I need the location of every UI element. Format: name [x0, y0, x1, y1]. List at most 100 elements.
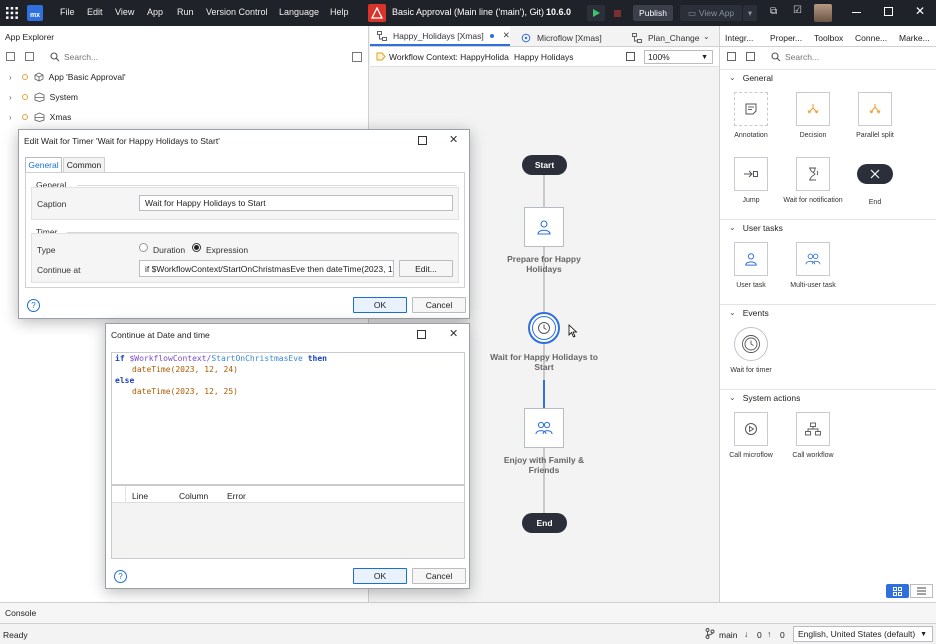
section-system-actions[interactable]: ⌄ System actions: [720, 389, 936, 405]
console-tab[interactable]: Console: [5, 608, 36, 618]
app-explorer-title: App Explorer: [5, 32, 55, 42]
stop-button[interactable]: [608, 5, 626, 21]
menu-language[interactable]: Language: [279, 7, 319, 17]
tab-marketplace[interactable]: Marke...: [899, 33, 930, 43]
section-user-tasks[interactable]: ⌄ User tasks: [720, 219, 936, 235]
tree-item-xmas[interactable]: › Xmas: [0, 107, 369, 127]
collapse-all-icon[interactable]: [6, 52, 15, 61]
grid-view-button[interactable]: [886, 584, 909, 598]
expand-arrow-icon[interactable]: ›: [9, 93, 12, 102]
menu-help[interactable]: Help: [330, 7, 349, 17]
help-icon[interactable]: ?: [114, 570, 127, 583]
tab-microflow[interactable]: Microflow [Xmas]: [515, 29, 615, 46]
workflow-tree-icon: [805, 422, 821, 436]
branch-name[interactable]: main: [719, 630, 737, 640]
expand-arrow-icon[interactable]: ›: [9, 113, 12, 122]
tree-item-system[interactable]: › System: [0, 87, 369, 107]
menu-run[interactable]: Run: [177, 7, 194, 17]
tab-properties[interactable]: Proper...: [770, 33, 802, 43]
caption-input[interactable]: Wait for Happy Holidays to Start: [139, 195, 453, 211]
ok-button[interactable]: OK: [353, 568, 407, 584]
menu-view[interactable]: View: [115, 7, 134, 17]
tab-close-icon[interactable]: ✕: [503, 30, 510, 41]
radio-expression[interactable]: [192, 243, 201, 252]
toolbox-search-input[interactable]: [785, 50, 925, 64]
tool-jump[interactable]: Jump: [721, 157, 781, 204]
close-icon[interactable]: ✕: [449, 327, 458, 340]
menu-edit[interactable]: Edit: [87, 7, 103, 17]
tool-call-microflow[interactable]: Call microflow: [721, 412, 781, 459]
tool-wait-for-notification[interactable]: Wait for notification: [783, 157, 843, 204]
edit-expression-button[interactable]: Edit...: [399, 260, 453, 277]
radio-duration[interactable]: [139, 243, 148, 252]
tab-plan-change[interactable]: Plan_Change: [628, 29, 708, 46]
tool-end[interactable]: End: [845, 157, 905, 206]
user-task-enjoy[interactable]: [524, 408, 564, 448]
sync-icon[interactable]: ⧉: [770, 6, 777, 17]
toolbox-collapse-icon[interactable]: [746, 52, 755, 61]
fit-view-icon[interactable]: [626, 52, 635, 61]
tree-item-app[interactable]: › App 'Basic Approval': [0, 67, 369, 87]
tab-general[interactable]: General: [25, 157, 62, 172]
maximize-icon[interactable]: [417, 330, 426, 339]
tab-overflow-icon[interactable]: ⌄: [703, 32, 710, 41]
app-title: Basic Approval (Main line ('main'), Git): [392, 7, 544, 17]
tab-toolbox[interactable]: Toolbox: [814, 33, 843, 43]
start-event[interactable]: Start: [522, 155, 567, 175]
maximize-icon[interactable]: [884, 7, 893, 16]
help-icon[interactable]: ?: [27, 299, 40, 312]
tool-user-task[interactable]: User task: [721, 242, 781, 289]
separator-dash: -: [535, 7, 538, 17]
chevron-down-icon: ⌄: [729, 73, 736, 82]
view-app-button[interactable]: ▭ View App: [680, 5, 742, 21]
radio-dot: [194, 245, 199, 250]
close-icon: [870, 169, 880, 179]
end-event[interactable]: End: [522, 513, 567, 533]
expand-arrow-icon[interactable]: ›: [9, 73, 12, 82]
section-title: System actions: [742, 392, 801, 403]
tool-annotation[interactable]: Annotation: [721, 92, 781, 139]
user-icon: [537, 220, 551, 235]
close-window-icon[interactable]: ✕: [915, 4, 925, 18]
cancel-button[interactable]: Cancel: [412, 297, 466, 313]
tab-integration[interactable]: Integr...: [725, 33, 753, 43]
timer-event[interactable]: [528, 312, 560, 344]
cancel-button[interactable]: Cancel: [412, 568, 466, 584]
checklist-icon[interactable]: ☑: [793, 5, 802, 16]
tab-label: Happy_Holidays [Xmas]: [393, 30, 484, 41]
tool-decision[interactable]: Decision: [783, 92, 843, 139]
user-task-prepare[interactable]: [524, 207, 564, 247]
app-explorer-search-input[interactable]: [64, 50, 334, 64]
maximize-icon[interactable]: [418, 136, 427, 145]
minimize-icon[interactable]: [852, 12, 861, 13]
section-events[interactable]: ⌄ Events: [720, 304, 936, 320]
code-line-4: dateTime(2023, 12, 25): [132, 387, 238, 396]
tab-connector[interactable]: Conne...: [855, 33, 887, 43]
clock-icon: [538, 322, 550, 334]
section-general[interactable]: ⌄ General: [720, 69, 936, 85]
list-view-button[interactable]: [910, 584, 933, 598]
errors-table-header: [112, 486, 464, 503]
sort-icon[interactable]: [25, 52, 34, 61]
view-app-dropdown[interactable]: ▾: [743, 5, 757, 21]
zoom-select[interactable]: 100% ▼: [644, 50, 713, 64]
menu-file[interactable]: File: [60, 7, 75, 17]
tool-parallel-split[interactable]: Parallel split: [845, 92, 905, 139]
menu-version-control[interactable]: Version Control: [206, 7, 268, 17]
language-select[interactable]: English, United States (default) ▼: [793, 626, 933, 642]
continue-at-input[interactable]: if $WorkflowContext/StartOnChristmasEve …: [139, 260, 394, 277]
toolbox-view-icon[interactable]: [727, 52, 736, 61]
tool-call-workflow[interactable]: Call workflow: [783, 412, 843, 459]
publish-button[interactable]: Publish: [633, 5, 673, 21]
tab-common[interactable]: Common: [63, 157, 105, 172]
new-item-icon[interactable]: [352, 52, 362, 62]
tool-wait-for-timer[interactable]: Wait for timer: [721, 327, 781, 374]
close-icon[interactable]: ✕: [449, 133, 458, 146]
menu-app[interactable]: App: [147, 7, 163, 17]
avatar[interactable]: [814, 4, 832, 22]
tool-multi-user-task[interactable]: Multi-user task: [783, 242, 843, 289]
run-button[interactable]: [587, 5, 605, 21]
ok-button[interactable]: OK: [353, 297, 407, 313]
tab-happy-holidays[interactable]: Happy_Holidays [Xmas] ✕: [370, 27, 510, 46]
app-grid-icon[interactable]: [6, 7, 18, 19]
